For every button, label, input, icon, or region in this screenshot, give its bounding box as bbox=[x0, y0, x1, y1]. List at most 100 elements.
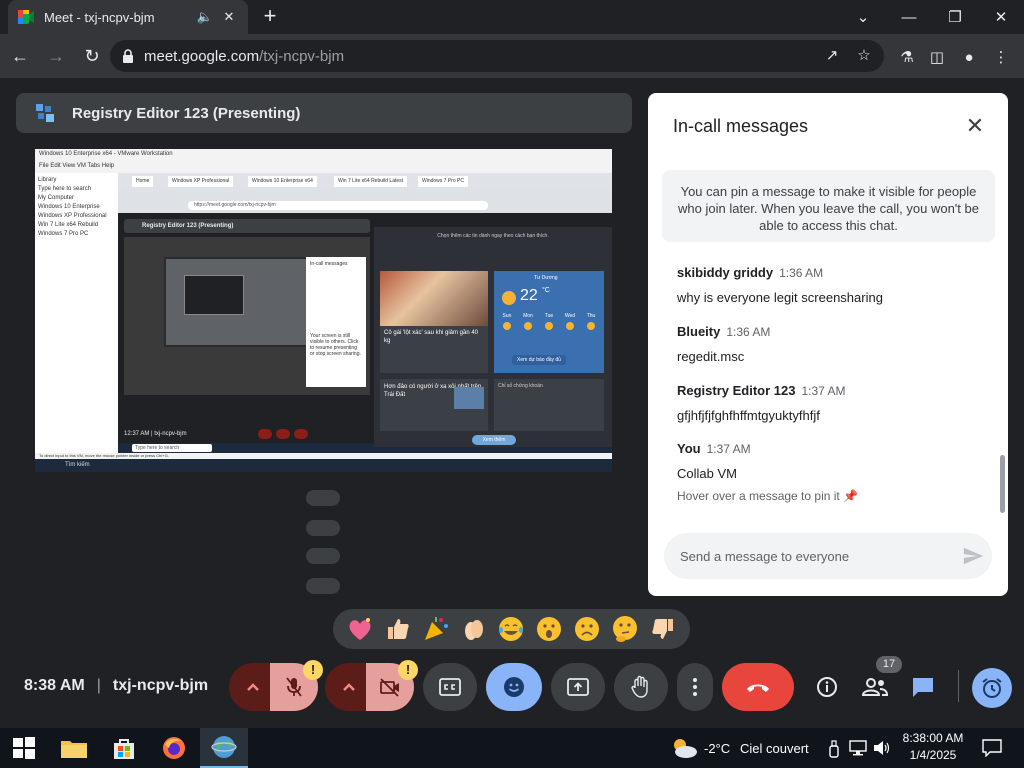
sparkling-heart-icon[interactable] bbox=[345, 614, 375, 644]
share-icon[interactable]: ↗ bbox=[822, 46, 842, 66]
clapping-hands-icon[interactable] bbox=[459, 614, 489, 644]
message-sender: Registry Editor 123 bbox=[677, 383, 796, 398]
vm-tab: Windows XP Professional bbox=[168, 176, 234, 187]
surprised-face-icon[interactable] bbox=[534, 614, 564, 644]
taskbar-temperature[interactable]: -2°C bbox=[704, 741, 730, 756]
bookmark-star-icon[interactable]: ☆ bbox=[854, 46, 874, 66]
minimize-button[interactable]: — bbox=[886, 0, 932, 34]
chat-message[interactable]: skibiddy griddy 1:36 AM why is everyone l… bbox=[677, 264, 883, 305]
stocks-card: Chỉ số chứng khoán bbox=[494, 379, 604, 431]
registry-editor-icon bbox=[36, 104, 54, 122]
inner-search-box: Type here to search bbox=[132, 444, 212, 452]
see-more-pill: Xem thêm bbox=[472, 435, 516, 445]
people-button[interactable] bbox=[860, 672, 890, 702]
leave-call-button[interactable] bbox=[722, 663, 794, 711]
shared-screen: Windows 10 Enterprise x64 - VMware Works… bbox=[35, 149, 612, 472]
closed-captions-icon bbox=[439, 678, 461, 696]
close-tab-icon[interactable]: ✕ bbox=[220, 9, 238, 25]
inner-chat-body: Your screen is still visible to others. … bbox=[310, 333, 361, 357]
notification-center-icon[interactable] bbox=[982, 739, 1002, 757]
nested-screen-deep bbox=[184, 275, 244, 315]
send-icon[interactable] bbox=[962, 545, 984, 567]
close-window-button[interactable]: ✕ bbox=[978, 0, 1024, 34]
chat-message-input[interactable]: Send a message to everyone bbox=[664, 533, 992, 579]
restore-button[interactable]: ❐ bbox=[932, 0, 978, 34]
activities-button[interactable] bbox=[972, 668, 1012, 708]
people-icon bbox=[862, 678, 888, 696]
taskbar-clock[interactable]: 8:38:00 AM 1/4/2025 bbox=[898, 730, 968, 764]
thumbs-up-icon[interactable] bbox=[383, 614, 413, 644]
participants-count-badge: 17 bbox=[876, 656, 902, 673]
file-explorer-button[interactable] bbox=[50, 728, 98, 768]
taskbar-weather-desc[interactable]: Ciel couvert bbox=[740, 741, 809, 756]
audio-options-button[interactable] bbox=[229, 663, 276, 711]
browser-toolbar: ← → ↻ meet.google.com/txj-ncpv-bjm ↗ ☆ ⚗… bbox=[0, 34, 1024, 78]
inner-mic-button bbox=[258, 429, 272, 439]
network-icon[interactable] bbox=[849, 740, 867, 756]
message-sender: You bbox=[677, 441, 701, 456]
vm-window-title: Windows 10 Enterprise x64 - VMware Works… bbox=[35, 149, 612, 159]
tears-of-joy-icon[interactable] bbox=[496, 614, 526, 644]
back-button[interactable]: ← bbox=[4, 40, 36, 72]
raise-hand-button[interactable] bbox=[614, 663, 668, 711]
sun-icon bbox=[524, 322, 532, 330]
new-tab-button[interactable]: + bbox=[258, 4, 282, 28]
participant-tile[interactable] bbox=[306, 548, 340, 564]
side-panel-icon[interactable]: ◫ bbox=[926, 46, 948, 68]
library-item: Windows 7 Pro PC bbox=[38, 231, 89, 237]
inner-url: https://meet.google.com/txj-ncpv-bjm bbox=[188, 201, 488, 210]
forward-button[interactable]: → bbox=[40, 40, 72, 72]
chevron-up-icon bbox=[342, 683, 355, 691]
volume-icon[interactable] bbox=[873, 740, 891, 756]
usb-device-icon[interactable] bbox=[828, 740, 840, 758]
reactions-button[interactable] bbox=[486, 663, 542, 711]
microsoft-store-button[interactable] bbox=[100, 728, 148, 768]
camera-off-icon bbox=[380, 678, 399, 697]
news-card: Cô gái 'lột xác' sau khi giảm gần 40 kg bbox=[380, 271, 488, 373]
vm-tab-strip: Home Windows XP Professional Windows 10 … bbox=[118, 173, 612, 187]
thumbs-down-icon[interactable] bbox=[648, 614, 678, 644]
chat-message[interactable]: You 1:37 AM Collab VM Hover over a messag… bbox=[677, 440, 858, 503]
video-options-button[interactable] bbox=[325, 663, 372, 711]
emoji-smile-icon bbox=[504, 677, 524, 697]
party-popper-icon[interactable] bbox=[421, 614, 451, 644]
news-caption: Cô gái 'lột xác' sau khi giảm gần 40 kg bbox=[384, 330, 479, 344]
speaker-icon[interactable]: 🔈 bbox=[196, 9, 214, 25]
thinking-face-icon[interactable] bbox=[610, 614, 640, 644]
weather-unit: °C bbox=[542, 287, 550, 294]
participant-tile[interactable] bbox=[306, 578, 340, 594]
more-options-button[interactable] bbox=[677, 663, 713, 711]
alarm-clock-icon bbox=[982, 678, 1002, 698]
present-screen-icon bbox=[567, 678, 589, 696]
news-widget-panel: Chọn thêm các tin dành ngay theo cách bạ… bbox=[374, 227, 612, 447]
sad-face-icon[interactable] bbox=[572, 614, 602, 644]
present-screen-button[interactable] bbox=[551, 663, 605, 711]
mic-warning-badge: ! bbox=[303, 660, 323, 680]
close-chat-button[interactable]: ✕ bbox=[962, 113, 988, 139]
tab-search-icon[interactable]: ⌄ bbox=[840, 0, 886, 34]
address-bar[interactable]: meet.google.com/txj-ncpv-bjm ↗ ☆ bbox=[110, 40, 884, 72]
captions-button[interactable] bbox=[423, 663, 477, 711]
pin-icon[interactable]: 📌 bbox=[843, 489, 858, 503]
participant-tile[interactable] bbox=[306, 490, 340, 506]
chrome-meet-button[interactable] bbox=[200, 728, 248, 768]
labs-flask-icon[interactable]: ⚗ bbox=[896, 46, 918, 68]
menu-kebab-icon[interactable]: ⋮ bbox=[990, 46, 1012, 68]
chat-button[interactable] bbox=[908, 672, 938, 702]
host-taskbar: Tìm kiếm bbox=[35, 459, 612, 472]
meeting-details-button[interactable] bbox=[812, 672, 842, 702]
info-icon bbox=[817, 677, 837, 697]
profile-icon[interactable]: ● bbox=[958, 46, 980, 68]
tab-title: Meet - txj-ncpv-bjm bbox=[44, 9, 155, 25]
chat-message[interactable]: Blueity 1:36 AM regedit.msc bbox=[677, 323, 770, 364]
participant-tile[interactable] bbox=[306, 520, 340, 536]
hang-up-icon bbox=[747, 684, 769, 692]
inner-control-bar: 12:37 AM | txj-ncpv-bjm bbox=[118, 427, 372, 441]
chat-message[interactable]: Registry Editor 123 1:37 AM gfjhfjfjfghfh… bbox=[677, 382, 846, 423]
reload-button[interactable]: ↻ bbox=[76, 40, 108, 72]
chat-scrollbar[interactable] bbox=[1000, 455, 1005, 513]
browser-tab-meet[interactable]: Meet - txj-ncpv-bjm 🔈 ✕ bbox=[8, 0, 248, 34]
firefox-button[interactable] bbox=[150, 728, 198, 768]
start-button[interactable] bbox=[0, 728, 48, 768]
library-item: Windows XP Professional bbox=[38, 213, 107, 219]
